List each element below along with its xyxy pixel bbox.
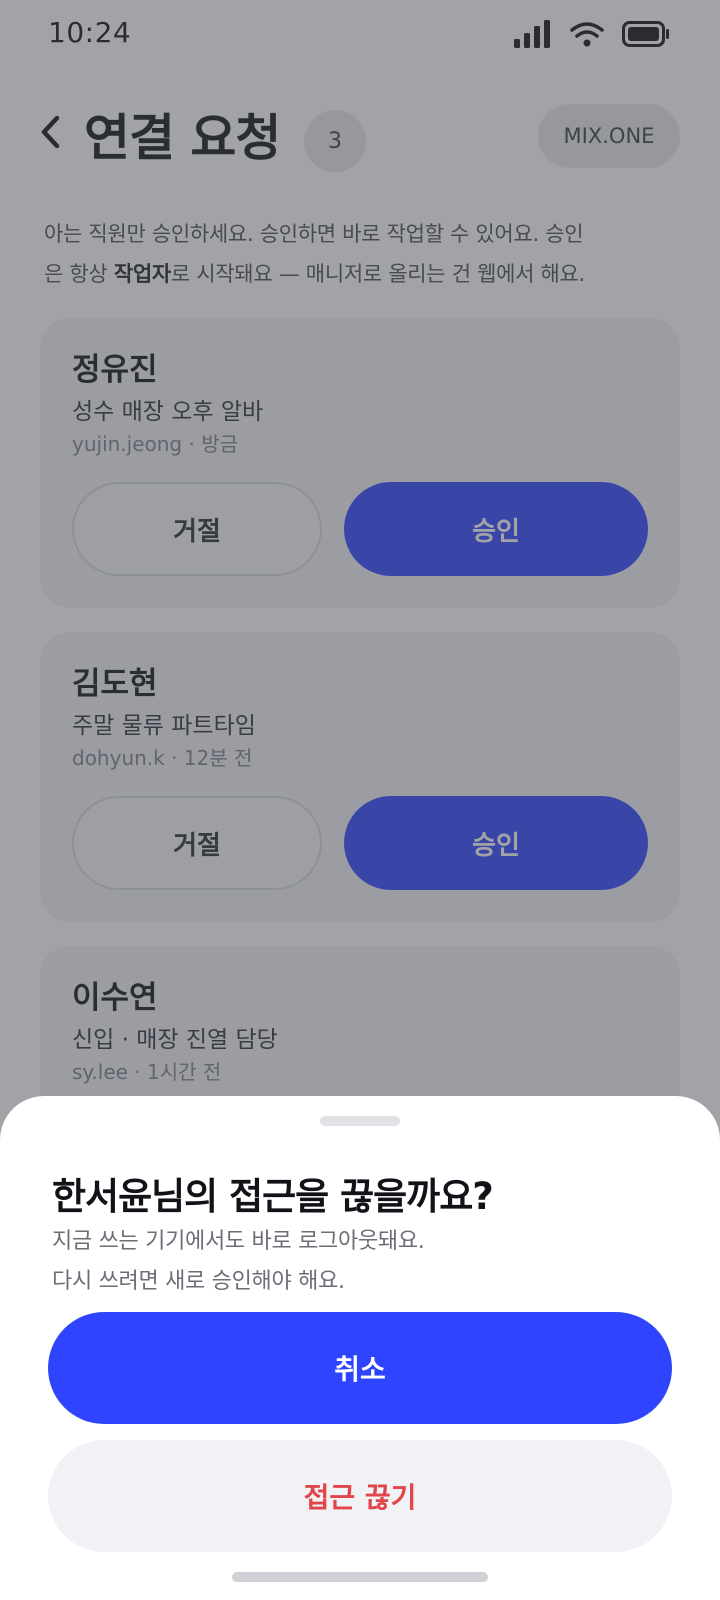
sheet-desc-line2: 다시 쓰려면 새로 승인해야 해요. xyxy=(52,1269,345,1294)
sheet-desc-line1: 지금 쓰는 기기에서도 바로 로그아웃돼요. xyxy=(52,1229,425,1254)
home-indicator xyxy=(232,1572,488,1582)
disconnect-access-button[interactable]: 접근 끊기 xyxy=(48,1440,672,1552)
sheet-title: 한서윤님의 접근을 끊을까요? xyxy=(52,1175,494,1218)
sheet-description: 지금 쓰는 기기에서도 바로 로그아웃돼요. 다시 쓰려면 새로 승인해야 해요… xyxy=(52,1222,672,1302)
sheet-grabber[interactable] xyxy=(320,1116,400,1126)
cancel-button[interactable]: 취소 xyxy=(48,1312,672,1424)
confirm-bottom-sheet: 한서윤님의 접근을 끊을까요? 지금 쓰는 기기에서도 바로 로그아웃돼요. 다… xyxy=(0,1096,720,1600)
